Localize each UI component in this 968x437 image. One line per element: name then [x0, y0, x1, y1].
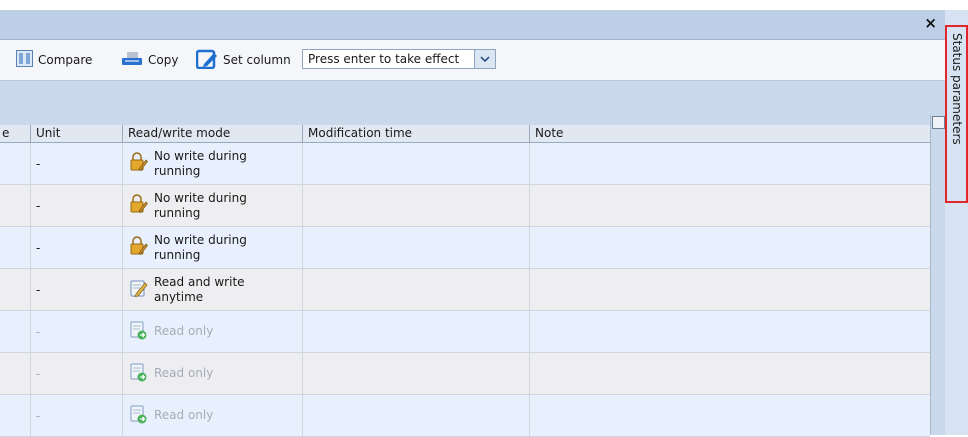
mod-time-cell[interactable]: [302, 185, 529, 226]
table-row[interactable]: - Read only: [0, 311, 930, 353]
rw-mode-line2: anytime: [154, 289, 204, 304]
rw-mode-line2: running: [154, 163, 201, 178]
table-row[interactable]: - No write during running: [0, 227, 930, 269]
parameter-table: e Unit Read/write mode Modification time…: [0, 125, 930, 437]
top-strip: [0, 0, 968, 10]
unit-cell[interactable]: -: [30, 395, 122, 436]
toolbar-gap: [0, 81, 945, 125]
read-only-doc-icon: [128, 404, 148, 427]
parameter-panel: × Compare Copy Set column Press enter to…: [0, 10, 945, 437]
rw-mode-cell[interactable]: No write during running: [122, 185, 302, 226]
name-cell[interactable]: [0, 353, 30, 394]
name-cell[interactable]: [0, 227, 30, 268]
rw-mode-cell[interactable]: Read only: [122, 311, 302, 352]
mod-time-cell[interactable]: [302, 227, 529, 268]
status-parameters-tab[interactable]: Status parameters: [945, 25, 968, 203]
rw-mode-cell[interactable]: No write during running: [122, 227, 302, 268]
lock-pencil-icon: [128, 152, 148, 175]
rw-mode-line2: running: [154, 205, 201, 220]
vertical-scrollbar[interactable]: [930, 115, 946, 435]
note-cell[interactable]: [529, 227, 930, 268]
copy-label: Copy: [148, 53, 179, 67]
column-header-unit[interactable]: Unit: [30, 125, 122, 142]
note-cell[interactable]: [529, 185, 930, 226]
name-cell[interactable]: [0, 269, 30, 310]
filter-select-value: Press enter to take effect: [308, 52, 460, 66]
unit-cell[interactable]: -: [30, 353, 122, 394]
copy-button[interactable]: Copy: [121, 50, 178, 70]
rw-mode-label: Read only: [154, 324, 213, 339]
column-header-note[interactable]: Note: [529, 125, 930, 142]
read-only-doc-icon: [128, 362, 148, 385]
set-column-button[interactable]: Set column: [195, 49, 291, 72]
column-header-mod-time[interactable]: Modification time: [302, 125, 529, 142]
scroll-up-button[interactable]: [932, 116, 945, 129]
note-cell[interactable]: [529, 353, 930, 394]
close-icon[interactable]: ×: [924, 15, 937, 31]
table-row[interactable]: - No write during running: [0, 185, 930, 227]
rw-mode-label: No write during running: [154, 191, 247, 221]
table-row[interactable]: - Read only: [0, 353, 930, 395]
unit-cell[interactable]: -: [30, 143, 122, 184]
table-row[interactable]: - No write during running: [0, 143, 930, 185]
note-cell[interactable]: [529, 269, 930, 310]
table-row[interactable]: - Read and write anytime: [0, 269, 930, 311]
set-column-icon: [195, 49, 218, 72]
rw-mode-label: Read and write anytime: [154, 275, 245, 305]
unit-cell[interactable]: -: [30, 227, 122, 268]
rw-mode-label: No write during running: [154, 233, 247, 263]
rw-mode-line1: No write during: [154, 148, 247, 163]
rw-mode-line1: No write during: [154, 232, 247, 247]
column-header-rw-mode[interactable]: Read/write mode: [122, 125, 302, 142]
rw-mode-line1: No write during: [154, 190, 247, 205]
panel-titlebar: ×: [0, 10, 945, 40]
toolbar: Compare Copy Set column Press enter to t…: [0, 40, 945, 81]
rw-mode-cell[interactable]: Read and write anytime: [122, 269, 302, 310]
mod-time-cell[interactable]: [302, 395, 529, 436]
mod-time-cell[interactable]: [302, 311, 529, 352]
note-cell[interactable]: [529, 395, 930, 436]
note-cell[interactable]: [529, 143, 930, 184]
compare-button[interactable]: Compare: [16, 50, 92, 70]
rw-mode-line1: Read only: [154, 366, 214, 380]
unit-cell[interactable]: -: [30, 311, 122, 352]
compare-label: Compare: [38, 53, 93, 67]
lock-pencil-icon: [128, 194, 148, 217]
rw-mode-line1: Read only: [154, 408, 214, 422]
name-cell[interactable]: [0, 185, 30, 226]
unit-cell[interactable]: -: [30, 269, 122, 310]
status-parameters-label: Status parameters: [950, 33, 964, 145]
name-cell[interactable]: [0, 143, 30, 184]
rw-mode-label: Read only: [154, 408, 213, 423]
mod-time-cell[interactable]: [302, 143, 529, 184]
read-only-doc-icon: [128, 320, 148, 343]
name-cell[interactable]: [0, 395, 30, 436]
name-cell[interactable]: [0, 311, 30, 352]
rw-mode-cell[interactable]: Read only: [122, 395, 302, 436]
rw-mode-line1: Read only: [154, 324, 214, 338]
compare-icon: [16, 50, 33, 70]
rw-mode-line2: running: [154, 247, 201, 262]
mod-time-cell[interactable]: [302, 269, 529, 310]
column-header-name[interactable]: e: [0, 125, 30, 142]
pencil-note-icon: [128, 278, 148, 301]
rw-mode-label: No write during running: [154, 149, 247, 179]
rw-mode-line1: Read and write: [154, 274, 245, 289]
table-header: e Unit Read/write mode Modification time…: [0, 125, 930, 143]
chevron-down-icon[interactable]: [474, 50, 495, 68]
filter-select[interactable]: Press enter to take effect: [302, 49, 496, 69]
rw-mode-cell[interactable]: Read only: [122, 353, 302, 394]
note-cell[interactable]: [529, 311, 930, 352]
mod-time-cell[interactable]: [302, 353, 529, 394]
table-row[interactable]: - Read only: [0, 395, 930, 437]
unit-cell[interactable]: -: [30, 185, 122, 226]
lock-pencil-icon: [128, 236, 148, 259]
set-column-label: Set column: [223, 53, 291, 67]
rw-mode-label: Read only: [154, 366, 213, 381]
rw-mode-cell[interactable]: No write during running: [122, 143, 302, 184]
copy-icon: [121, 50, 143, 70]
